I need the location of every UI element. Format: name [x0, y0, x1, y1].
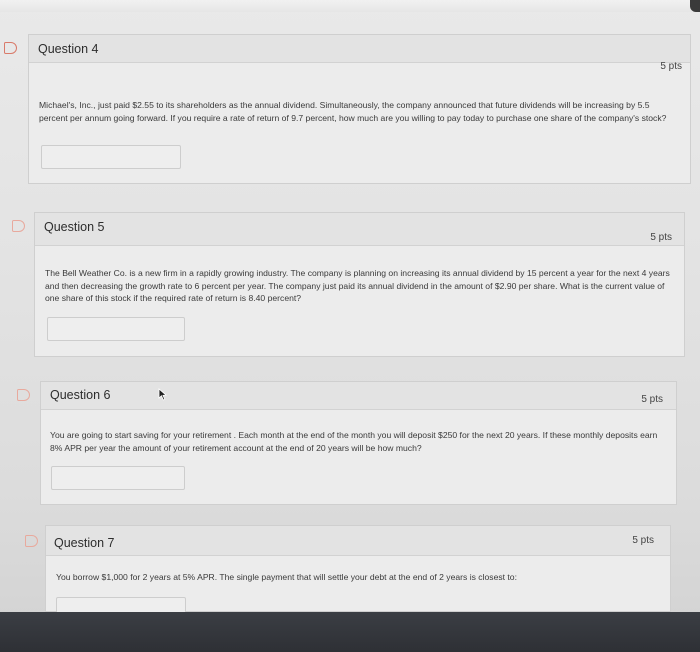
- mouse-cursor-icon: [158, 388, 167, 401]
- flag-icon[interactable]: [4, 42, 17, 54]
- screen-bottom-bar: [0, 612, 700, 652]
- question-title: Question 5: [44, 220, 105, 234]
- question-title: Question 7: [54, 536, 115, 550]
- question-header: [46, 526, 670, 556]
- quiz-page: Question 4 5 pts Michael's, Inc., just p…: [0, 0, 700, 652]
- flag-icon[interactable]: [12, 220, 25, 232]
- question-header: [41, 382, 676, 410]
- browser-corner-icon: [690, 0, 700, 12]
- question-title: Question 4: [38, 42, 99, 56]
- question-card-5: Question 5 5 pts The Bell Weather Co. is…: [34, 212, 685, 357]
- question-text: You are going to start saving for your r…: [50, 430, 658, 453]
- answer-input[interactable]: [47, 317, 185, 341]
- flag-icon[interactable]: [25, 535, 38, 547]
- question-points: 5 pts: [650, 232, 672, 243]
- flag-icon[interactable]: [17, 389, 30, 401]
- question-card-6: Question 6 5 pts You are going to start …: [40, 381, 677, 505]
- question-card-7: Question 7 5 pts You borrow $1,000 for 2…: [45, 525, 671, 615]
- question-points: 5 pts: [660, 61, 682, 72]
- question-text: The Bell Weather Co. is a new firm in a …: [45, 268, 670, 304]
- question-text: You borrow $1,000 for 2 years at 5% APR.…: [56, 572, 517, 582]
- question-points: 5 pts: [632, 535, 654, 546]
- answer-input[interactable]: [51, 466, 185, 490]
- question-header: [29, 35, 690, 63]
- question-text: Michael's, Inc., just paid $2.55 to its …: [39, 100, 667, 123]
- browser-top-strip: [0, 0, 700, 12]
- question-points: 5 pts: [641, 394, 663, 405]
- answer-input[interactable]: [41, 145, 181, 169]
- question-title: Question 6: [50, 388, 111, 402]
- question-header: [35, 213, 684, 246]
- question-card-4: Question 4 5 pts Michael's, Inc., just p…: [28, 34, 691, 184]
